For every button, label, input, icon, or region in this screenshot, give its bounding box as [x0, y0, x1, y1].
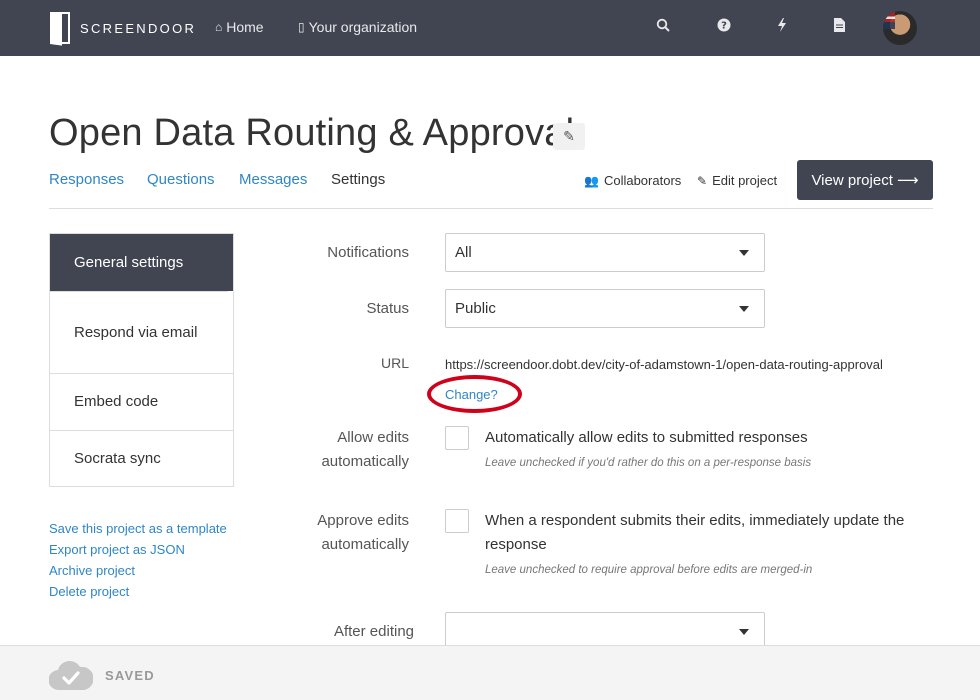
door-logo-icon — [50, 12, 70, 46]
tabs-divider — [49, 208, 933, 209]
side-item-respond-via-email[interactable]: Respond via email — [50, 291, 228, 373]
collaborators-link[interactable]: 👥 Collaborators — [584, 173, 681, 188]
nav-organization-label: Your organization — [308, 19, 418, 35]
home-icon: ⌂ — [215, 20, 223, 34]
approve-edits-label-line1: Approve edits — [317, 512, 409, 529]
delete-project-link[interactable]: Delete project — [49, 584, 129, 599]
nav-organization-link[interactable]: ▯ Your organization — [298, 19, 417, 35]
collaborators-label: Collaborators — [603, 173, 682, 188]
status-label: Status — [366, 300, 409, 317]
saved-status: SAVED — [105, 668, 155, 683]
help-icon[interactable]: ? — [715, 18, 733, 38]
allow-edits-label-line1: Allow edits — [337, 429, 409, 446]
status-select[interactable]: Public — [445, 289, 765, 328]
allow-edits-hint: Leave unchecked if you'd rather do this … — [485, 457, 812, 469]
document-icon[interactable] — [830, 18, 848, 38]
settings-side-menu: General settings Respond via email Embed… — [49, 233, 234, 487]
edit-project-link[interactable]: ✎ Edit project — [697, 173, 777, 188]
view-project-button[interactable]: View project ⟶ — [797, 160, 933, 200]
side-item-socrata-sync[interactable]: Socrata sync — [50, 430, 233, 486]
tab-settings[interactable]: Settings — [331, 171, 385, 188]
building-icon: ▯ — [298, 20, 305, 34]
url-label: URL — [380, 355, 409, 371]
users-icon: 👥 — [584, 173, 599, 188]
approve-edits-text[interactable]: When a respondent submits their edits, i… — [485, 509, 925, 557]
approve-edits-label-line2: automatically — [321, 536, 409, 553]
caret-down-icon — [739, 250, 749, 256]
edit-project-label: Edit project — [712, 173, 778, 188]
highlight-annotation — [427, 375, 522, 413]
search-icon[interactable] — [654, 18, 672, 38]
allow-edits-checkbox[interactable] — [445, 426, 469, 450]
user-avatar[interactable] — [883, 11, 917, 45]
after-editing-label: After editing — [333, 623, 414, 640]
tab-responses[interactable]: Responses — [49, 171, 124, 188]
approve-edits-checkbox[interactable] — [445, 509, 469, 533]
notifications-label: Notifications — [327, 244, 409, 261]
svg-text:?: ? — [721, 21, 727, 32]
brand-logo[interactable]: SCREENDOOR — [50, 12, 197, 46]
tab-questions[interactable]: Questions — [147, 171, 215, 188]
cloud-check-icon — [48, 660, 94, 691]
edit-title-button[interactable]: ✎ — [553, 123, 585, 150]
nav-home-label: Home — [226, 19, 264, 35]
side-item-general-settings[interactable]: General settings — [50, 234, 233, 291]
pencil-icon: ✎ — [697, 173, 708, 188]
page-title: Open Data Routing & Approval — [49, 112, 575, 154]
archive-project-link[interactable]: Archive project — [49, 563, 135, 578]
nav-home-link[interactable]: ⌂ Home — [215, 19, 264, 35]
bolt-icon[interactable] — [773, 18, 791, 38]
allow-edits-label-line2: automatically — [321, 453, 409, 470]
status-value: Public — [455, 300, 496, 317]
export-json-link[interactable]: Export project as JSON — [49, 542, 185, 557]
approve-edits-hint: Leave unchecked to require approval befo… — [485, 564, 813, 576]
side-item-embed-code[interactable]: Embed code — [50, 373, 233, 430]
caret-down-icon — [739, 306, 749, 312]
notifications-value: All — [455, 244, 472, 261]
notifications-select[interactable]: All — [445, 233, 765, 272]
allow-edits-text[interactable]: Automatically allow edits to submitted r… — [485, 426, 925, 450]
save-status-bar: SAVED — [0, 645, 980, 700]
project-url: https://screendoor.dobt.dev/city-of-adam… — [445, 357, 883, 372]
save-as-template-link[interactable]: Save this project as a template — [49, 521, 227, 536]
pencil-icon: ✎ — [563, 128, 575, 144]
brand-name: SCREENDOOR — [80, 20, 197, 36]
caret-down-icon — [739, 629, 749, 635]
tab-messages[interactable]: Messages — [239, 171, 307, 188]
top-navbar: SCREENDOOR ⌂ Home ▯ Your organization ? — [0, 0, 980, 56]
